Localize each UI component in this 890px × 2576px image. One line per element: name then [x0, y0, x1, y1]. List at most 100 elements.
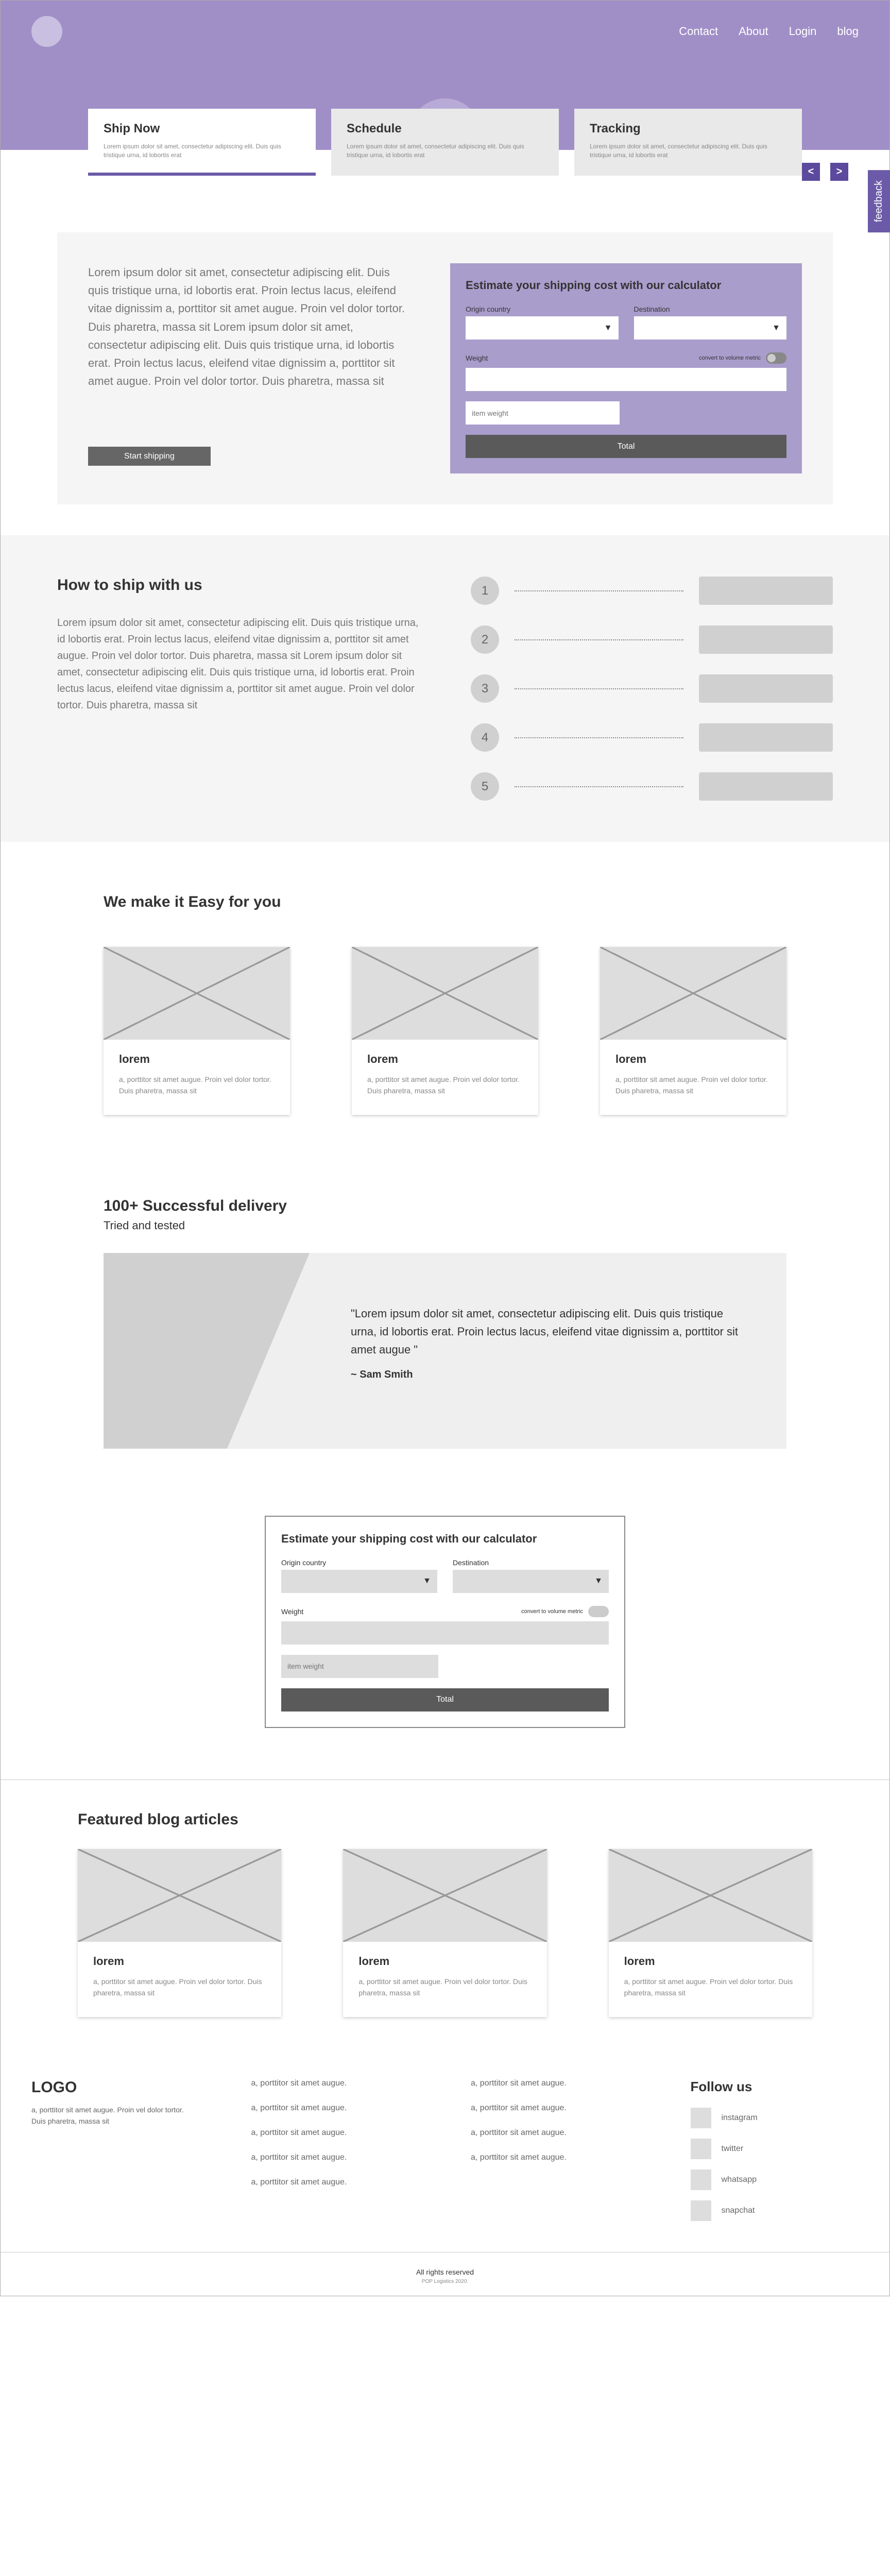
carousel-next-button[interactable]: > — [830, 163, 848, 181]
blog-card[interactable]: lorem a, porttitor sit amet augue. Proin … — [609, 1849, 812, 2017]
card-title: lorem — [615, 1053, 771, 1066]
footer-link[interactable]: a, porttitor sit amet augue. — [251, 2178, 420, 2187]
origin-select[interactable]: ▼ — [281, 1570, 437, 1593]
step-number: 2 — [471, 625, 499, 654]
card-title: lorem — [93, 1955, 266, 1968]
card-text: a, porttitor sit amet augue. Proin vel d… — [624, 1976, 797, 1999]
social-label: instagram — [722, 2113, 758, 2123]
carousel-nav: < > — [802, 163, 848, 181]
footer-link[interactable]: a, porttitor sit amet augue. — [471, 2104, 639, 2113]
social-instagram[interactable]: instagram — [691, 2108, 859, 2128]
placeholder-image-icon — [609, 1849, 812, 1942]
origin-label: Origin country — [466, 305, 619, 313]
step-placeholder — [699, 674, 833, 703]
destination-select[interactable]: ▼ — [453, 1570, 609, 1593]
footer-link[interactable]: a, porttitor sit amet augue. — [251, 2153, 420, 2162]
testi-image-placeholder — [104, 1253, 310, 1449]
weight-label: Weight — [466, 354, 488, 362]
social-label: twitter — [722, 2144, 744, 2154]
total-button[interactable]: Total — [466, 435, 786, 458]
footer-link[interactable]: a, porttitor sit amet augue. — [471, 2153, 639, 2162]
testi-subtitle: Tried and tested — [104, 1219, 786, 1232]
origin-label: Origin country — [281, 1558, 437, 1567]
destination-label: Destination — [634, 305, 787, 313]
step-item: 1 — [471, 577, 833, 605]
total-button[interactable]: Total — [281, 1688, 609, 1711]
nav-login[interactable]: Login — [789, 25, 817, 38]
convert-toggle[interactable] — [766, 352, 786, 364]
blog-title: Featured blog articles — [78, 1811, 812, 1828]
step-number: 5 — [471, 772, 499, 801]
footer-logo: LOGO — [31, 2079, 200, 2096]
footer: LOGO a, porttitor sit amet augue. Proin … — [1, 2048, 889, 2231]
destination-label: Destination — [453, 1558, 609, 1567]
destination-select[interactable]: ▼ — [634, 316, 787, 340]
weight-label: Weight — [281, 1607, 303, 1616]
footer-link[interactable]: a, porttitor sit amet augue. — [471, 2128, 639, 2138]
card-title: lorem — [624, 1955, 797, 1968]
footer-link[interactable]: a, porttitor sit amet augue. — [251, 2128, 420, 2138]
social-twitter[interactable]: twitter — [691, 2139, 859, 2159]
copyright-text: POP Logistics 2020. — [422, 2279, 468, 2284]
step-item: 4 — [471, 723, 833, 752]
social-label: snapchat — [722, 2206, 755, 2215]
how-title: How to ship with us — [57, 577, 419, 594]
step-number: 1 — [471, 577, 499, 605]
nav-about[interactable]: About — [739, 25, 768, 38]
carousel-prev-button[interactable]: < — [802, 163, 820, 181]
chevron-down-icon: ▼ — [594, 1577, 603, 1586]
how-text: Lorem ipsum dolor sit amet, consectetur … — [57, 615, 419, 714]
chevron-down-icon: ▼ — [423, 1577, 431, 1586]
hero-card-tracking[interactable]: Tracking Lorem ipsum dolor sit amet, con… — [574, 109, 802, 176]
footer-link[interactable]: a, porttitor sit amet augue. — [251, 2079, 420, 2088]
rights-text: All rights reserved — [1, 2268, 889, 2276]
chevron-down-icon: ▼ — [772, 324, 780, 333]
hero-card-text: Lorem ipsum dolor sit amet, consectetur … — [590, 142, 786, 160]
social-label: whatsapp — [722, 2175, 757, 2184]
nav-contact[interactable]: Contact — [679, 25, 718, 38]
step-placeholder — [699, 723, 833, 752]
hero-card-schedule[interactable]: Schedule Lorem ipsum dolor sit amet, con… — [331, 109, 559, 176]
steps-list: 1 2 3 4 5 — [471, 577, 833, 801]
step-item: 2 — [471, 625, 833, 654]
logo-icon[interactable] — [31, 16, 62, 47]
easy-card[interactable]: lorema, porttitor sit amet augue. Proin … — [352, 947, 538, 1115]
weight-input[interactable] — [281, 1621, 609, 1645]
calculator-hero: Estimate your shipping cost with our cal… — [450, 263, 802, 473]
origin-select[interactable]: ▼ — [466, 316, 619, 340]
chevron-down-icon: ▼ — [604, 324, 612, 333]
intro-row: Lorem ipsum dolor sit amet, consectetur … — [57, 232, 833, 504]
snapchat-icon — [691, 2200, 711, 2221]
footer-links-1: a, porttitor sit amet augue. a, porttito… — [251, 2079, 420, 2231]
nav-blog[interactable]: blog — [837, 25, 859, 38]
footer-link[interactable]: a, porttitor sit amet augue. — [251, 2104, 420, 2113]
social-snapchat[interactable]: snapchat — [691, 2200, 859, 2221]
blog-section: Featured blog articles lorem a, porttitor… — [1, 1780, 889, 2048]
start-shipping-button[interactable]: Start shipping — [88, 447, 211, 466]
feedback-tab[interactable]: feedback — [868, 170, 890, 232]
placeholder-image-icon — [104, 947, 290, 1040]
card-text: a, porttitor sit amet augue. Proin vel d… — [615, 1074, 771, 1097]
social-whatsapp[interactable]: whatsapp — [691, 2170, 859, 2190]
whatsapp-icon — [691, 2170, 711, 2190]
placeholder-image-icon — [78, 1849, 281, 1942]
hero-card-ship-now[interactable]: Ship Now Lorem ipsum dolor sit amet, con… — [88, 109, 316, 176]
hero-cards: Ship Now Lorem ipsum dolor sit amet, con… — [88, 109, 802, 176]
calc-title: Estimate your shipping cost with our cal… — [466, 279, 786, 292]
card-text: a, porttitor sit amet augue. Proin vel d… — [93, 1976, 266, 1999]
convert-toggle[interactable] — [588, 1606, 609, 1617]
footer-link[interactable]: a, porttitor sit amet augue. — [471, 2079, 639, 2088]
item-weight-input[interactable] — [466, 401, 620, 425]
blog-card[interactable]: lorem a, porttitor sit amet augue. Proin … — [78, 1849, 281, 2017]
easy-card[interactable]: lorema, porttitor sit amet augue. Proin … — [104, 947, 290, 1115]
hero-card-text: Lorem ipsum dolor sit amet, consectetur … — [347, 142, 543, 160]
placeholder-image-icon — [343, 1849, 546, 1942]
convert-label: convert to volume metric — [521, 1608, 583, 1615]
item-weight-input[interactable] — [281, 1655, 438, 1678]
instagram-icon — [691, 2108, 711, 2128]
weight-input[interactable] — [466, 368, 786, 391]
easy-card[interactable]: lorem a, porttitor sit amet augue. Proin … — [600, 947, 786, 1115]
blog-card[interactable]: lorema, porttitor sit amet augue. Proin … — [343, 1849, 546, 2017]
nav: Contact About Login blog — [679, 25, 859, 38]
card-text: a, porttitor sit amet augue. Proin vel d… — [367, 1074, 523, 1097]
